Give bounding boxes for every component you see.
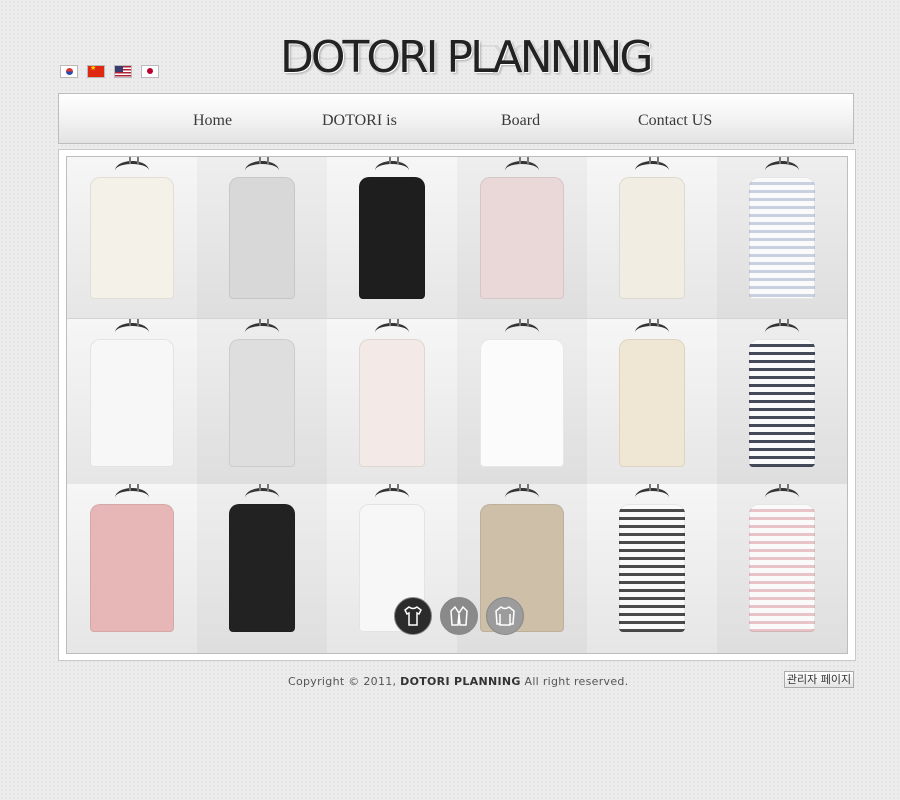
gallery-item[interactable] [327, 318, 457, 484]
garment-image [90, 339, 174, 467]
gallery-item[interactable] [717, 157, 847, 318]
nav-board[interactable]: Board [501, 112, 540, 130]
copyright-suffix: All right reserved. [524, 675, 629, 688]
gallery-item[interactable] [587, 318, 717, 484]
jacket-category-icon[interactable] [440, 597, 478, 635]
gallery-item[interactable] [67, 484, 197, 653]
china-flag-icon[interactable] [87, 65, 105, 78]
gallery-item[interactable] [197, 484, 327, 653]
gallery-item[interactable] [197, 157, 327, 318]
garment-image [90, 504, 174, 632]
gallery-item[interactable] [717, 484, 847, 653]
nav-dotori-is[interactable]: DOTORI is [322, 112, 397, 130]
gallery-item[interactable] [327, 157, 457, 318]
nav-home[interactable]: Home [193, 112, 232, 130]
category-selector [394, 597, 524, 635]
gallery-item[interactable] [587, 484, 717, 653]
garment-image [229, 339, 295, 467]
copyright-company: DOTORI PLANNING [400, 675, 521, 688]
garment-image [359, 177, 425, 299]
korean-flag-icon[interactable] [60, 65, 78, 78]
gallery-item[interactable] [67, 157, 197, 318]
copyright-prefix: Copyright © 2011, [288, 675, 397, 688]
garment-image [749, 339, 815, 467]
gallery-item[interactable] [587, 157, 717, 318]
gallery-item[interactable] [717, 318, 847, 484]
product-gallery [66, 156, 848, 654]
language-selector [60, 65, 159, 78]
gallery-item[interactable] [67, 318, 197, 484]
sweater-category-icon[interactable] [486, 597, 524, 635]
garment-image [619, 339, 685, 467]
garment-image [749, 504, 815, 632]
usa-flag-icon[interactable] [114, 65, 132, 78]
garment-image [90, 177, 174, 299]
garment-image [480, 339, 564, 467]
site-logo[interactable]: DOTORI PLANNING [280, 34, 654, 82]
garment-image [229, 504, 295, 632]
tshirt-category-icon[interactable] [394, 597, 432, 635]
garment-image [619, 504, 685, 632]
garment-image [480, 177, 564, 299]
admin-page-button[interactable]: 관리자 페이지 [784, 671, 854, 688]
main-nav: Home DOTORI is Board Contact US [58, 93, 854, 144]
gallery-item[interactable] [197, 318, 327, 484]
gallery-item[interactable] [457, 157, 587, 318]
gallery-frame [58, 149, 856, 661]
garment-image [229, 177, 295, 299]
copyright-text: Copyright © 2011, DOTORI PLANNING All ri… [288, 675, 629, 688]
garment-image [619, 177, 685, 299]
gallery-item[interactable] [457, 318, 587, 484]
japan-flag-icon[interactable] [141, 65, 159, 78]
nav-contact-us[interactable]: Contact US [638, 112, 712, 130]
garment-image [749, 177, 815, 299]
garment-image [359, 339, 425, 467]
